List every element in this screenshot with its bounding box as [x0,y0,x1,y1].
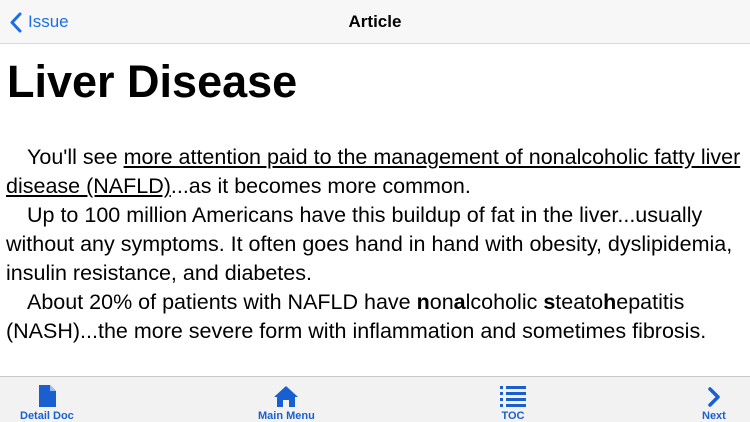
home-icon [273,382,299,408]
tab-label: Main Menu [258,410,315,422]
article-title: Liver Disease [7,56,298,107]
tab-bar: Detail Doc Main Menu TOC Next [0,376,750,422]
emphasis-letter: a [453,290,466,314]
paragraph-3: About 20% of patients with NAFLD have no… [6,288,746,346]
article-body: You'll see more attention paid to the ma… [6,143,746,346]
paragraph-1-lead: You'll see [27,145,124,169]
emphasis-letter: n [416,290,430,314]
page-title: Article [348,12,402,31]
paragraph-3-text: on [429,290,454,314]
tab-detail-doc[interactable]: Detail Doc [20,377,74,422]
emphasis-letter: s [543,290,556,314]
tab-next[interactable]: Next [702,377,726,422]
list-icon [499,382,527,408]
paragraph-3-text: teato [555,290,604,314]
article-content[interactable]: Liver Disease You'll see more attention … [0,44,750,376]
paragraph-3-text: lcoholic [465,290,544,314]
document-icon [36,382,58,408]
tab-toc[interactable]: TOC [499,377,527,422]
chevron-right-icon [707,382,721,408]
tab-label: Detail Doc [20,410,74,422]
tab-label: Next [702,410,726,422]
tab-label: TOC [501,410,525,422]
emphasis-letter: h [603,290,617,314]
tab-main-menu[interactable]: Main Menu [258,377,315,422]
paragraph-1: You'll see more attention paid to the ma… [6,143,746,201]
paragraph-1-tail: ...as it becomes more common. [170,174,471,198]
paragraph-3-lead: About 20% of patients with NAFLD have [27,290,417,314]
navigation-bar: Issue Article [0,0,750,44]
paragraph-2: Up to 100 million Americans have this bu… [6,203,733,285]
